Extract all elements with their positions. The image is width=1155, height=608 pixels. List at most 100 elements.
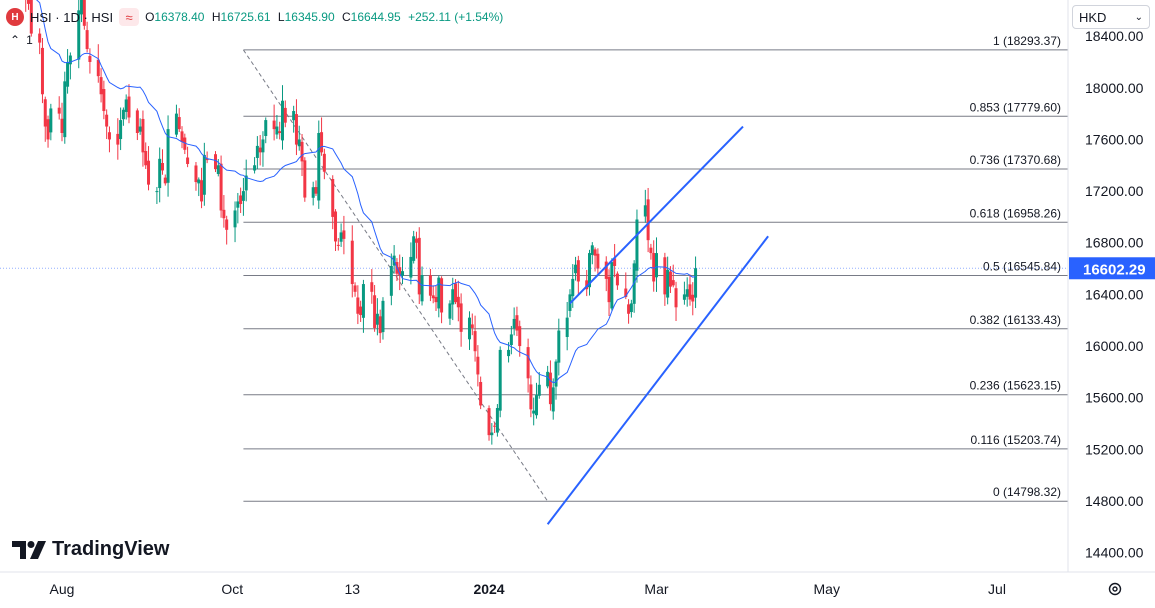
candle[interactable] xyxy=(127,84,131,124)
candle[interactable] xyxy=(456,280,460,322)
candle[interactable] xyxy=(261,131,265,167)
candle[interactable] xyxy=(236,192,240,224)
candle[interactable] xyxy=(428,268,432,302)
candle[interactable] xyxy=(253,157,257,174)
candle[interactable] xyxy=(498,346,502,418)
candle[interactable] xyxy=(336,238,340,251)
candle[interactable] xyxy=(121,107,125,126)
candle[interactable] xyxy=(275,114,279,139)
candle[interactable] xyxy=(434,285,438,312)
candle[interactable] xyxy=(60,102,64,142)
candle[interactable] xyxy=(116,118,120,160)
candle[interactable] xyxy=(646,187,650,253)
candle[interactable] xyxy=(588,249,592,296)
candle[interactable] xyxy=(163,174,167,186)
candle[interactable] xyxy=(40,38,44,104)
candle[interactable] xyxy=(297,125,301,151)
candle[interactable] xyxy=(66,49,70,94)
candle[interactable] xyxy=(682,281,686,305)
candle[interactable] xyxy=(314,180,318,197)
candle[interactable] xyxy=(177,108,181,132)
candle[interactable] xyxy=(649,243,653,260)
candle[interactable] xyxy=(476,345,480,387)
candle[interactable] xyxy=(197,177,201,197)
candle[interactable] xyxy=(610,258,614,311)
candle[interactable] xyxy=(674,281,678,322)
candle[interactable] xyxy=(548,360,552,411)
candle[interactable] xyxy=(361,279,365,333)
candle[interactable] xyxy=(437,275,441,318)
candle[interactable] xyxy=(278,121,282,140)
candle[interactable] xyxy=(604,256,608,292)
candle[interactable] xyxy=(141,110,145,167)
candle[interactable] xyxy=(160,149,164,175)
candle[interactable] xyxy=(46,115,50,148)
candle[interactable] xyxy=(292,105,296,133)
candle[interactable] xyxy=(515,306,519,337)
candle[interactable] xyxy=(180,126,184,149)
symbol-logo-icon[interactable]: H xyxy=(6,8,24,26)
candle[interactable] xyxy=(557,318,561,376)
candle[interactable] xyxy=(615,271,619,290)
channel-lower-line[interactable] xyxy=(546,235,769,525)
candle[interactable] xyxy=(375,298,379,336)
candle[interactable] xyxy=(339,223,343,247)
candle[interactable] xyxy=(635,209,639,283)
moving-average-line[interactable] xyxy=(20,0,696,384)
candle[interactable] xyxy=(473,315,477,362)
candle[interactable] xyxy=(607,269,611,317)
candle[interactable] xyxy=(186,146,190,168)
candle[interactable] xyxy=(258,134,262,166)
candle[interactable] xyxy=(202,142,206,206)
candle[interactable] xyxy=(694,256,698,309)
gear-icon[interactable] xyxy=(1106,580,1124,598)
candle[interactable] xyxy=(200,167,204,209)
tradingview-logo[interactable]: TradingView xyxy=(12,538,169,561)
candle[interactable] xyxy=(663,252,667,306)
candle[interactable] xyxy=(233,201,237,243)
candle[interactable] xyxy=(370,269,374,304)
candle[interactable] xyxy=(378,309,382,343)
candle[interactable] xyxy=(88,48,92,74)
candle[interactable] xyxy=(353,282,357,297)
candle[interactable] xyxy=(666,256,670,305)
candle[interactable] xyxy=(495,404,499,437)
candle[interactable] xyxy=(350,225,354,298)
candle[interactable] xyxy=(412,230,416,264)
candle[interactable] xyxy=(331,175,335,230)
candle[interactable] xyxy=(38,28,42,55)
candle[interactable] xyxy=(685,277,689,307)
candle[interactable] xyxy=(63,71,67,144)
candle[interactable] xyxy=(585,270,589,297)
candle[interactable] xyxy=(68,52,72,80)
candle[interactable] xyxy=(613,244,617,278)
candle[interactable] xyxy=(124,94,128,120)
candle[interactable] xyxy=(294,99,298,156)
candle[interactable] xyxy=(119,107,123,151)
candle[interactable] xyxy=(487,405,491,441)
candle[interactable] xyxy=(590,242,594,265)
candle[interactable] xyxy=(96,44,100,83)
candle[interactable] xyxy=(596,248,600,274)
candle[interactable] xyxy=(255,136,259,170)
candle[interactable] xyxy=(490,423,494,445)
candle[interactable] xyxy=(373,285,377,332)
candle[interactable] xyxy=(105,109,109,140)
candle[interactable] xyxy=(537,372,541,399)
candle[interactable] xyxy=(401,256,405,285)
candle[interactable] xyxy=(280,85,284,150)
candle[interactable] xyxy=(409,242,413,285)
candle[interactable] xyxy=(389,253,393,306)
candle[interactable] xyxy=(431,285,435,304)
candle[interactable] xyxy=(526,338,530,393)
candle[interactable] xyxy=(144,142,148,169)
candle[interactable] xyxy=(166,115,170,197)
indicator-collapse-button[interactable]: ⌃ 1 xyxy=(10,33,33,47)
symbol-title[interactable]: HSI · 1D · HSI xyxy=(30,10,113,25)
candle[interactable] xyxy=(155,186,159,204)
candle[interactable] xyxy=(138,118,142,135)
candle[interactable] xyxy=(264,117,268,144)
candle[interactable] xyxy=(627,299,631,324)
candle[interactable] xyxy=(43,96,47,142)
candle[interactable] xyxy=(440,276,444,324)
